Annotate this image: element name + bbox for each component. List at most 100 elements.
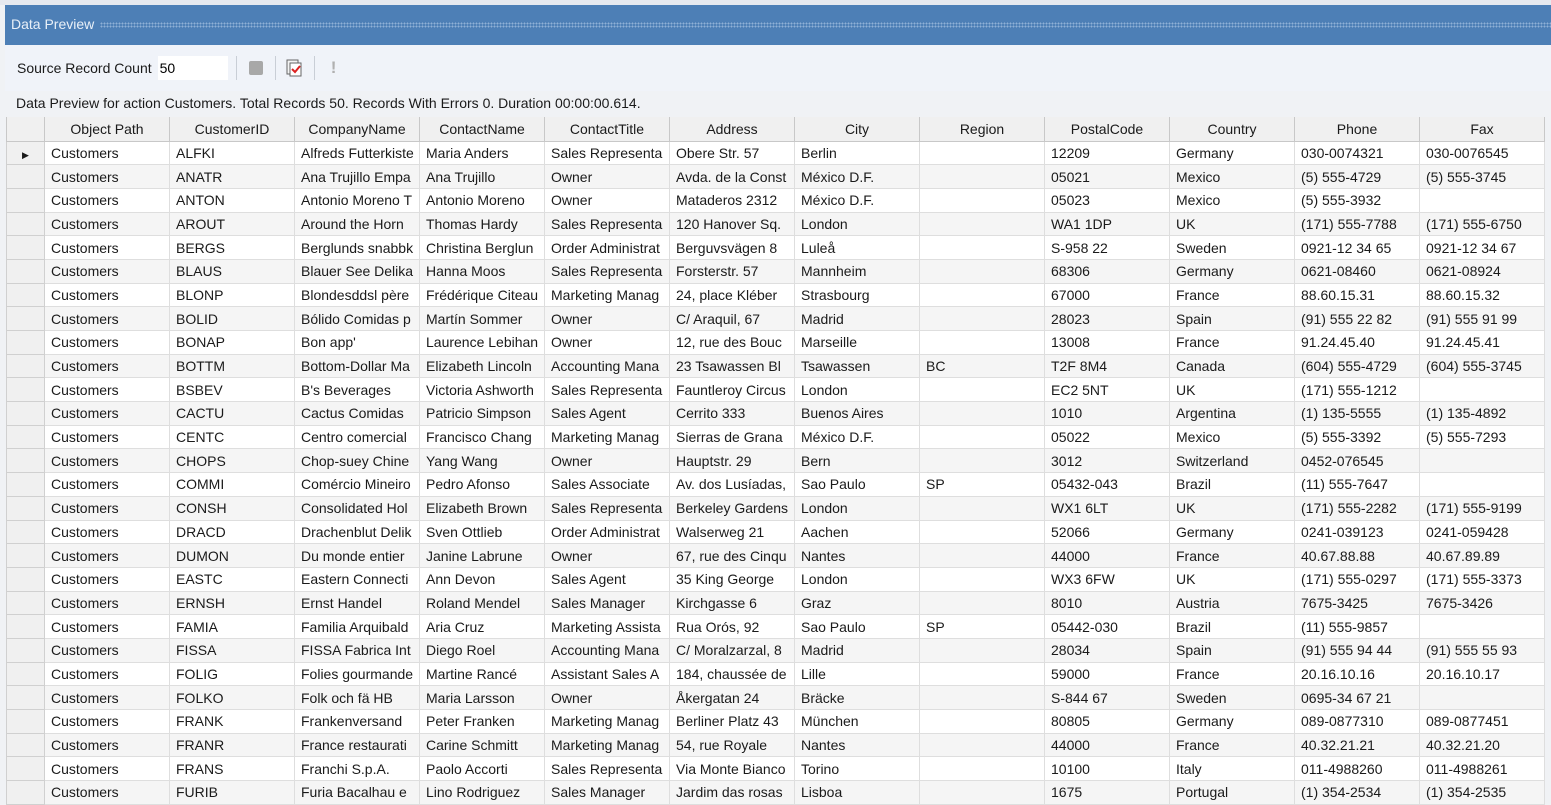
cell-address[interactable]: C/ Araquil, 67 — [669, 306, 795, 331]
cell-city[interactable]: México D.F. — [794, 187, 920, 213]
cell-object-path[interactable]: Customers — [44, 709, 170, 734]
row-header[interactable] — [6, 543, 45, 568]
table-row[interactable]: Customers BOLID Bólido Comidas p Martín Som… — [6, 306, 1545, 331]
cell-country[interactable]: Portugal — [1169, 780, 1295, 805]
cell-contactname[interactable]: Diego Roel — [419, 637, 545, 663]
cell-city[interactable]: Bern — [794, 448, 920, 474]
cell-contacttitle[interactable]: Sales Representa — [544, 258, 670, 284]
cell-city[interactable]: Madrid — [794, 637, 920, 663]
cell-postalcode[interactable]: S-958 22 — [1044, 235, 1170, 260]
cell-country[interactable]: Germany — [1169, 258, 1295, 284]
cell-contacttitle[interactable]: Marketing Manag — [544, 709, 670, 734]
data-grid[interactable]: Object Path CustomerID CompanyName ContactN… — [6, 117, 1545, 805]
cell-city[interactable]: Graz — [794, 590, 920, 616]
cell-postalcode[interactable]: EC2 5NT — [1044, 377, 1170, 403]
cell-phone[interactable]: 0695-34 67 21 — [1294, 685, 1420, 710]
row-header[interactable] — [6, 685, 45, 710]
cell-address[interactable]: Fauntleroy Circus — [669, 377, 795, 403]
cell-contacttitle[interactable]: Owner — [544, 187, 670, 213]
cell-country[interactable]: Germany — [1169, 519, 1295, 545]
cell-region[interactable] — [919, 685, 1045, 710]
cell-customerid[interactable]: DUMON — [169, 543, 295, 568]
cell-object-path[interactable]: Customers — [44, 235, 170, 260]
cell-fax[interactable] — [1419, 448, 1545, 474]
cell-customerid[interactable]: FRANR — [169, 732, 295, 758]
cell-fax[interactable] — [1419, 685, 1545, 710]
cell-region[interactable] — [919, 590, 1045, 616]
cell-contacttitle[interactable]: Sales Agent — [544, 401, 670, 426]
cell-region[interactable] — [919, 140, 1045, 166]
row-header[interactable] — [6, 377, 45, 403]
cell-phone[interactable]: 91.24.45.40 — [1294, 330, 1420, 355]
cell-customerid[interactable]: DRACD — [169, 519, 295, 545]
cell-customerid[interactable]: FISSA — [169, 637, 295, 663]
cell-object-path[interactable]: Customers — [44, 330, 170, 355]
cell-fax[interactable]: (91) 555 91 99 — [1419, 306, 1545, 331]
cell-contactname[interactable]: Roland Mendel — [419, 590, 545, 616]
cell-companyname[interactable]: Bólido Comidas p — [294, 306, 420, 331]
cell-object-path[interactable]: Customers — [44, 566, 170, 592]
cell-object-path[interactable]: Customers — [44, 140, 170, 166]
cell-fax[interactable]: 88.60.15.32 — [1419, 282, 1545, 308]
cell-contacttitle[interactable]: Order Administrat — [544, 519, 670, 545]
cell-country[interactable]: Italy — [1169, 756, 1295, 782]
cell-city[interactable]: Torino — [794, 756, 920, 782]
cell-companyname[interactable]: Folies gourmande — [294, 661, 420, 687]
cell-country[interactable]: Germany — [1169, 140, 1295, 166]
cell-customerid[interactable]: AROUT — [169, 211, 295, 237]
cell-phone[interactable]: 0241-039123 — [1294, 519, 1420, 545]
cell-address[interactable]: Avda. de la Const — [669, 164, 795, 189]
cell-fax[interactable]: 7675-3426 — [1419, 590, 1545, 616]
cell-postalcode[interactable]: 1010 — [1044, 401, 1170, 426]
cell-city[interactable]: Lille — [794, 661, 920, 687]
cell-city[interactable]: Marseille — [794, 330, 920, 355]
cell-region[interactable] — [919, 448, 1045, 474]
cell-fax[interactable]: (171) 555-6750 — [1419, 211, 1545, 237]
cell-country[interactable]: UK — [1169, 495, 1295, 521]
cell-postalcode[interactable]: 05022 — [1044, 424, 1170, 450]
cell-fax[interactable] — [1419, 472, 1545, 497]
table-row[interactable]: Customers BLAUS Blauer See Delika Hanna Moo… — [6, 258, 1545, 284]
cell-contacttitle[interactable]: Sales Representa — [544, 140, 670, 166]
cell-contactname[interactable]: Lino Rodriguez — [419, 780, 545, 805]
cell-city[interactable]: México D.F. — [794, 424, 920, 450]
cell-address[interactable]: Rua Orós, 92 — [669, 614, 795, 639]
cell-customerid[interactable]: BLONP — [169, 282, 295, 308]
table-row[interactable]: Customers BERGS Berglunds snabbk Christina … — [6, 235, 1545, 260]
cell-phone[interactable]: 40.32.21.21 — [1294, 732, 1420, 758]
cell-phone[interactable]: (91) 555 94 44 — [1294, 637, 1420, 663]
cell-contactname[interactable]: Yang Wang — [419, 448, 545, 474]
cell-contactname[interactable]: Frédérique Citeau — [419, 282, 545, 308]
cell-fax[interactable]: 40.67.89.89 — [1419, 543, 1545, 568]
cell-region[interactable] — [919, 401, 1045, 426]
cell-postalcode[interactable]: 59000 — [1044, 661, 1170, 687]
table-row[interactable]: Customers CONSH Consolidated Hol Elizabeth … — [6, 495, 1545, 521]
cell-postalcode[interactable]: 44000 — [1044, 732, 1170, 758]
cell-city[interactable]: Lisboa — [794, 780, 920, 805]
table-row[interactable]: ▶ Customers ALFKI Alfreds Futterkiste Maria … — [6, 140, 1545, 166]
cell-companyname[interactable]: Folk och fä HB — [294, 685, 420, 710]
cell-object-path[interactable]: Customers — [44, 377, 170, 403]
cell-city[interactable]: Berlin — [794, 140, 920, 166]
column-header-object-path[interactable]: Object Path — [44, 117, 170, 142]
cell-contactname[interactable]: Christina Berglun — [419, 235, 545, 260]
cell-contacttitle[interactable]: Marketing Manag — [544, 732, 670, 758]
table-row[interactable]: Customers CHOPS Chop-suey Chine Yang Wang Ow… — [6, 448, 1545, 474]
cell-address[interactable]: Forsterstr. 57 — [669, 258, 795, 284]
row-header[interactable] — [6, 472, 45, 497]
cell-customerid[interactable]: FAMIA — [169, 614, 295, 639]
cell-postalcode[interactable]: 13008 — [1044, 330, 1170, 355]
cell-address[interactable]: Åkergatan 24 — [669, 685, 795, 710]
cell-object-path[interactable]: Customers — [44, 732, 170, 758]
cell-object-path[interactable]: Customers — [44, 306, 170, 331]
cell-city[interactable]: Sao Paulo — [794, 472, 920, 497]
cell-contactname[interactable]: Francisco Chang — [419, 424, 545, 450]
cell-city[interactable]: Buenos Aires — [794, 401, 920, 426]
table-row[interactable]: Customers BONAP Bon app' Laurence Lebihan Ow… — [6, 330, 1545, 355]
row-header[interactable] — [6, 661, 45, 687]
cell-postalcode[interactable]: 8010 — [1044, 590, 1170, 616]
cell-postalcode[interactable]: 68306 — [1044, 258, 1170, 284]
row-header[interactable] — [6, 235, 45, 260]
table-row[interactable]: Customers DRACD Drachenblut Delik Sven Ottl… — [6, 519, 1545, 545]
column-header-contactname[interactable]: ContactName — [419, 117, 545, 142]
